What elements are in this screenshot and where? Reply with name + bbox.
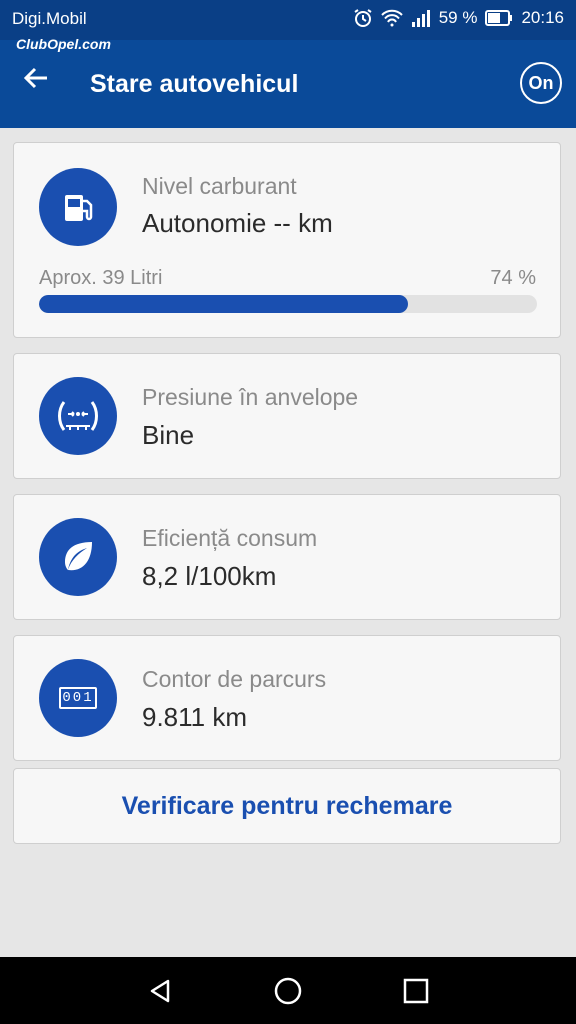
alarm-icon [353, 8, 373, 28]
fuel-range-value: Autonomie -- km [142, 208, 333, 238]
system-nav-bar [0, 957, 576, 1024]
onstar-logo[interactable]: On [520, 62, 562, 104]
tire-pressure-value: Bine [142, 420, 195, 450]
triangle-back-icon [150, 979, 170, 1003]
fuel-card[interactable]: Nivel carburant Autonomie -- km Aprox. 3… [13, 142, 561, 338]
square-recents-icon [403, 978, 429, 1004]
status-icons: 59 % 20:16 [353, 8, 564, 28]
tire-pressure-card[interactable]: Presiune în anvelope Bine [13, 353, 561, 479]
efficiency-card[interactable]: Eficiență consum 8,2 l/100km [13, 494, 561, 620]
efficiency-value: 8,2 l/100km [142, 561, 277, 591]
nav-recents-button[interactable] [396, 971, 436, 1011]
leaf-icon [39, 518, 117, 596]
odometer-card[interactable]: 001 Contor de parcurs 9.811 km [13, 635, 561, 761]
carrier-name: Digi.Mobil [12, 9, 87, 28]
fuel-progress-fill [39, 295, 408, 313]
wifi-icon [380, 9, 403, 27]
clock-time: 20:16 [521, 8, 564, 27]
nav-back-button[interactable] [140, 971, 180, 1011]
fuel-pump-icon [39, 168, 117, 246]
odometer-label: Contor de parcurs [142, 666, 327, 692]
battery-percent: 59 % [438, 8, 478, 27]
back-button[interactable] [22, 64, 66, 104]
odometer-digits: 001 [62, 690, 94, 706]
status-bar: Digi.Mobil 59 % 20:16 [0, 0, 576, 40]
efficiency-label: Eficiență consum [142, 525, 318, 551]
circle-home-icon [274, 977, 302, 1005]
page-title: Stare autovehicul [90, 70, 299, 98]
fuel-label: Nivel carburant [142, 173, 297, 199]
tire-pressure-label: Presiune în anvelope [142, 384, 359, 410]
tire-pressure-icon [39, 377, 117, 455]
arrow-left-icon [23, 67, 47, 89]
nav-home-button[interactable] [268, 971, 308, 1011]
odometer-value: 9.811 km [142, 702, 248, 732]
fuel-percent: 74 % [490, 267, 536, 289]
app-bar: Stare autovehicul On [0, 40, 576, 128]
watermark-text: ClubOpel.com [16, 36, 111, 52]
fuel-liters: Aprox. 39 Litri [39, 267, 163, 289]
fuel-progress-bar [39, 295, 537, 313]
odometer-icon: 001 [39, 659, 117, 737]
recall-check-button[interactable]: Verificare pentru rechemare [13, 768, 561, 844]
signal-icon [411, 9, 431, 27]
battery-icon [485, 10, 513, 26]
